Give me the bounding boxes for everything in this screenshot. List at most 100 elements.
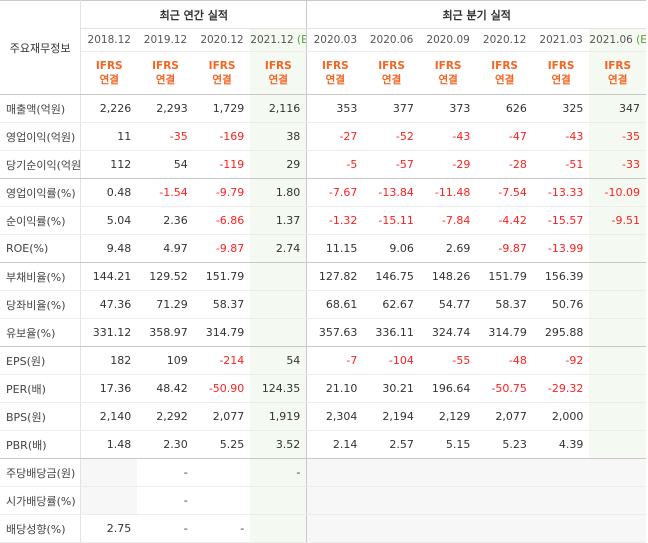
ifrs-header-row: IFRS 연결 IFRS 연결 IFRS 연결 IFRS 연결 IFRS 연결 IFRS 연결 IFRS…	[0, 51, 646, 95]
table-cell: 54	[137, 150, 194, 179]
table-cell: 21.10	[306, 374, 364, 403]
table-cell	[589, 234, 646, 263]
period-header: 2020.12	[193, 28, 251, 52]
consolidated-text: 연결	[381, 74, 402, 86]
row-label: 영업이익률(%)	[0, 178, 82, 207]
period-header: 2020.12	[476, 28, 533, 52]
table-cell: -	[250, 458, 308, 487]
ifrs-consolidated-label: IFRS 연결	[476, 51, 533, 95]
table-cell: 331.12	[80, 318, 138, 347]
table-cell: 182	[80, 346, 138, 375]
table-cell: 71.29	[137, 290, 194, 319]
table-cell: 5.23	[476, 430, 533, 459]
table-cell: 353	[306, 94, 364, 123]
table-row: 매출액(억원) 2,226 2,293 1,729 2,116 353 377 373 626 3…	[0, 94, 646, 123]
table-cell: 2,129	[419, 402, 477, 431]
table-cell: 124.35	[250, 374, 308, 403]
row-label: 당좌비율(%)	[0, 290, 82, 319]
table-cell: 2.57	[363, 430, 420, 459]
period-label: 2021.03	[539, 34, 583, 46]
row-label-header: 주요재무정보	[0, 0, 82, 95]
ifrs-text: IFRS	[547, 60, 575, 72]
consolidated-text: 연결	[438, 74, 458, 86]
table-cell: 151.79	[476, 262, 533, 291]
table-cell: 68.61	[306, 290, 364, 319]
table-cell: 5.25	[193, 430, 251, 459]
ifrs-consolidated-label: IFRS 연결	[419, 51, 477, 95]
annual-results-header: 최근 연간 실적	[80, 0, 308, 29]
table-cell	[589, 374, 646, 403]
consolidated-text: 연결	[325, 74, 345, 86]
row-label: 주당배당금(원)	[0, 458, 82, 487]
table-cell: 1.37	[250, 206, 308, 235]
table-cell	[419, 514, 477, 543]
period-header-row: 2018.12 2019.12 2020.12 2021.12 (E) 2020.03 2…	[0, 28, 646, 52]
table-cell: 347	[589, 94, 646, 123]
table-cell	[476, 458, 533, 487]
ifrs-consolidated-label: IFRS 연결	[589, 51, 646, 95]
table-cell: -15.57	[532, 206, 590, 235]
table-cell	[193, 486, 251, 515]
consolidated-text: 연결	[494, 74, 515, 86]
table-cell	[419, 486, 477, 515]
table-cell: -13.84	[363, 178, 420, 207]
period-label: 2020.09	[426, 34, 470, 46]
table-row: 시가배당률(%) -	[0, 486, 646, 515]
table-cell: 50.76	[532, 290, 590, 319]
table-cell: 295.88	[532, 318, 590, 347]
table-cell: 324.74	[419, 318, 477, 347]
row-label: ROE(%)	[0, 234, 82, 263]
period-header: 2020.03	[306, 28, 364, 52]
table-row: 영업이익(억원) 11 -35 -169 38 -27 -52 -43 -47 -43 -35	[0, 122, 646, 151]
row-label: 매출액(억원)	[0, 94, 82, 123]
table-cell: 112	[80, 150, 138, 179]
table-cell: -13.33	[532, 178, 590, 207]
table-cell	[306, 514, 364, 543]
table-row: 주당배당금(원) - -	[0, 458, 646, 487]
period-label: 2021.06	[589, 34, 633, 46]
table-cell: -35	[589, 122, 646, 151]
table-cell: 129.52	[137, 262, 194, 291]
table-cell: 0.48	[80, 178, 138, 207]
table-row: 유보율(%) 331.12 358.97 314.79 357.63 336.11 324.…	[0, 318, 646, 347]
table-cell: -7.84	[419, 206, 477, 235]
table-cell: 38	[250, 122, 308, 151]
table-cell	[250, 262, 308, 291]
table-cell: 2.30	[137, 430, 194, 459]
table-cell	[589, 346, 646, 375]
ifrs-consolidated-label: IFRS 연결	[137, 51, 194, 95]
table-cell: -47	[476, 122, 533, 151]
table-cell: 146.75	[363, 262, 420, 291]
table-cell: -9.79	[193, 178, 251, 207]
table-cell	[306, 486, 364, 515]
table-cell: -43	[532, 122, 590, 151]
ifrs-text: IFRS	[378, 60, 405, 72]
table-cell: -7.67	[306, 178, 364, 207]
period-header: 2021.12 (E)	[250, 28, 308, 52]
row-label: BPS(원)	[0, 402, 82, 431]
table-cell	[532, 514, 590, 543]
period-header: 2019.12	[137, 28, 194, 52]
table-cell: 11	[80, 122, 138, 151]
table-cell: 357.63	[306, 318, 364, 347]
table-cell: 2.74	[250, 234, 308, 263]
table-cell: -9.87	[476, 234, 533, 263]
ifrs-text: IFRS	[208, 60, 236, 72]
row-label: EPS(원)	[0, 346, 82, 375]
table-cell: 1,729	[193, 94, 251, 123]
period-label: 2020.12	[200, 34, 244, 46]
table-cell: -13.99	[532, 234, 590, 263]
table-cell: 47.36	[80, 290, 138, 319]
consolidated-text: 연결	[608, 74, 628, 86]
table-cell: 144.21	[80, 262, 138, 291]
table-cell	[250, 318, 308, 347]
table-cell: -51	[532, 150, 590, 179]
table-cell: 156.39	[532, 262, 590, 291]
ifrs-text: IFRS	[264, 60, 292, 72]
table-cell	[589, 402, 646, 431]
table-cell: 17.36	[80, 374, 138, 403]
table-cell: -29	[419, 150, 477, 179]
table-row: PER(배) 17.36 48.42 -50.90 124.35 21.10 30.21 19…	[0, 374, 646, 403]
row-label: PER(배)	[0, 374, 82, 403]
table-cell: -9.87	[193, 234, 251, 263]
